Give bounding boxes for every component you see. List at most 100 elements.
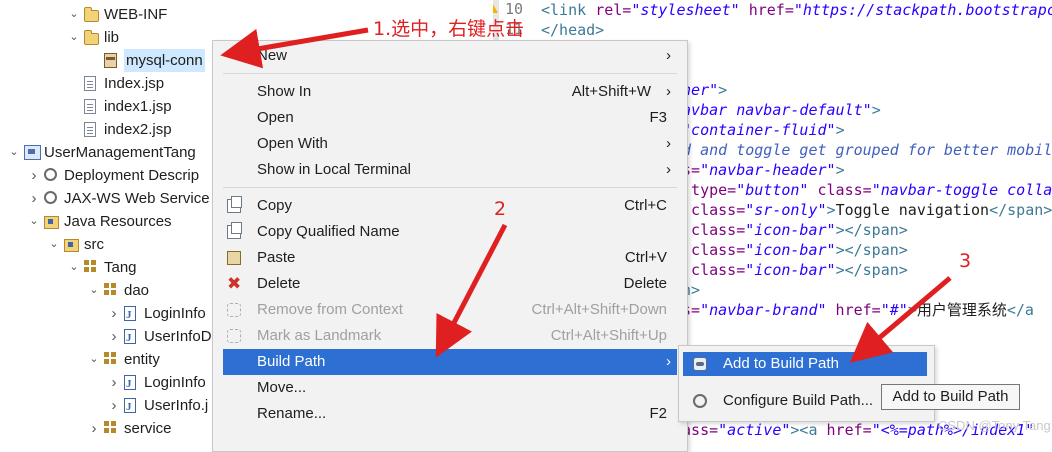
tree-item[interactable]: index1.jsp [0, 95, 215, 118]
chevron-down-icon[interactable]: ⌄ [68, 3, 80, 26]
tree-item-label: Deployment Descrip [64, 167, 200, 184]
tree-item-label: UserInfoD [144, 328, 212, 345]
configure-icon [693, 394, 707, 408]
menu-item-copy[interactable]: Copy Ctrl+C [223, 193, 677, 219]
tree-item[interactable]: › Deployment Descrip [0, 164, 215, 187]
tree-item[interactable]: › UserInfo.j [0, 394, 215, 419]
menu-item-show-in[interactable]: Show In Alt+Shift+W › [223, 79, 677, 105]
chevron-right-icon[interactable]: › [108, 394, 120, 417]
package-icon [104, 421, 117, 434]
code-token: ><a [790, 421, 827, 439]
tree-item[interactable]: › UserInfoD [0, 325, 215, 350]
tree-item[interactable]: ⌄ Tang [0, 256, 215, 279]
code-token: > [718, 81, 728, 99]
jar-file-icon [104, 53, 117, 68]
java-file-icon [124, 327, 136, 350]
code-token: "navbar-toggle colla [871, 181, 1052, 199]
tree-item-label: lib [104, 29, 120, 46]
menu-item-label: Open With [257, 135, 328, 152]
menu-item-add-to-build-path[interactable]: Add to Build Path [683, 352, 927, 376]
chevron-right-icon[interactable]: › [28, 187, 40, 210]
code-token: "container-fluid" [682, 121, 836, 139]
tree-item[interactable]: ⌄ lib [0, 26, 215, 49]
code-line: <link rel="stylesheet" href="https://sta… [541, 0, 1052, 20]
chevron-right-icon[interactable]: › [108, 302, 120, 325]
tree-item[interactable]: ⌄ entity [0, 348, 215, 371]
menu-item-move[interactable]: Move... [223, 375, 677, 401]
copy-icon [227, 222, 242, 239]
chevron-down-icon[interactable]: ⌄ [68, 26, 80, 49]
menu-item-open[interactable]: Open F3 [223, 105, 677, 131]
tree-item[interactable]: › JAX-WS Web Service [0, 187, 215, 210]
code-token: ></span> [835, 241, 908, 259]
code-token: > [826, 201, 836, 219]
menu-item-delete[interactable]: ✖ Delete Delete [223, 271, 677, 297]
menu-item-label: Build Path [257, 353, 326, 370]
chevron-down-icon[interactable]: ⌄ [88, 279, 100, 302]
landmark-icon [227, 329, 241, 343]
code-token: "navbar-brand" [700, 301, 827, 319]
chevron-down-icon[interactable]: ⌄ [68, 256, 80, 279]
chevron-right-icon[interactable]: › [108, 371, 120, 394]
code-token: href= [826, 301, 881, 319]
menu-item-shortcut: F3 [649, 109, 667, 126]
code-line: n type="button" class="navbar-toggle col… [673, 180, 1052, 200]
menu-item-show-in-local-terminal[interactable]: Show in Local Terminal › [223, 157, 677, 183]
tree-item-label: WEB-INF [104, 6, 168, 23]
menu-separator [223, 187, 677, 188]
chevron-right-icon: › [666, 161, 671, 178]
tree-item-label: Java Resources [64, 213, 172, 230]
menu-item-paste[interactable]: Paste Ctrl+V [223, 245, 677, 271]
tree-item-label: JAX-WS Web Service [64, 190, 210, 207]
tree-item[interactable]: › service [0, 417, 215, 440]
code-token: > [835, 121, 845, 139]
menu-item-copy-qualified-name[interactable]: Copy Qualified Name [223, 219, 677, 245]
tree-item[interactable]: ⌄ src [0, 233, 215, 256]
chevron-right-icon[interactable]: › [88, 417, 100, 440]
chevron-right-icon[interactable]: › [108, 325, 120, 348]
code-token: "#" [880, 301, 908, 319]
menu-item-label: Remove from Context [257, 301, 403, 318]
tree-item-label: mysql-conn [124, 49, 205, 72]
annotation-step1: 1.选中，右键点击 [373, 18, 525, 40]
menu-item-rename[interactable]: Rename... F2 [223, 401, 677, 427]
code-token: "icon-bar" [745, 261, 836, 279]
menu-item-open-with[interactable]: Open With › [223, 131, 677, 157]
code-token: "icon-bar" [745, 221, 836, 239]
code-token: </head> [541, 21, 605, 39]
chevron-down-icon[interactable]: ⌄ [28, 210, 40, 233]
menu-item-remove-from-context: Remove from Context Ctrl+Alt+Shift+Down [223, 297, 677, 323]
menu-item-label: Configure Build Path... [723, 392, 874, 409]
chevron-down-icon[interactable]: ⌄ [8, 141, 20, 164]
tree-item[interactable]: ⌄ UserManagementTang [0, 141, 215, 164]
tree-item[interactable]: index2.jsp [0, 118, 215, 141]
warning-icon [493, 2, 498, 13]
tree-item-label: service [124, 420, 172, 437]
tree-item[interactable]: › LoginInfo [0, 302, 215, 327]
tree-item-label: dao [124, 282, 150, 299]
deployment-descriptor-icon [44, 168, 57, 181]
add-jar-icon [693, 357, 707, 371]
code-token: "button" [736, 181, 809, 199]
tree-item[interactable]: Index.jsp [0, 72, 215, 95]
code-token: "https://stackpath.bootstrapcdn [793, 1, 1052, 19]
watermark: CSDN @Tony Tang [938, 418, 1051, 433]
chevron-down-icon[interactable]: ⌄ [88, 348, 100, 371]
source-folder-icon [64, 239, 79, 252]
menu-item-build-path[interactable]: Build Path › [223, 349, 677, 375]
code-token: href= [739, 1, 794, 19]
menu-item-label: Add to Build Path [723, 355, 839, 372]
tree-item[interactable]: mysql-conn [0, 49, 215, 72]
menu-item-shortcut: Ctrl+V [624, 249, 667, 266]
tree-item[interactable]: ⌄ dao [0, 279, 215, 302]
chevron-right-icon[interactable]: › [28, 164, 40, 187]
menu-item-new[interactable]: New › [223, 43, 677, 69]
tree-item[interactable]: › LoginInfo [0, 371, 215, 396]
annotation-step2: 2 [494, 198, 507, 220]
chevron-down-icon[interactable]: ⌄ [48, 233, 60, 256]
folder-icon [84, 7, 99, 22]
tree-item-label: index2.jsp [104, 121, 172, 138]
tree-item[interactable]: ⌄ Java Resources [0, 210, 215, 233]
tree-item[interactable]: ⌄ WEB-INF [0, 3, 215, 26]
package-icon [84, 260, 97, 273]
